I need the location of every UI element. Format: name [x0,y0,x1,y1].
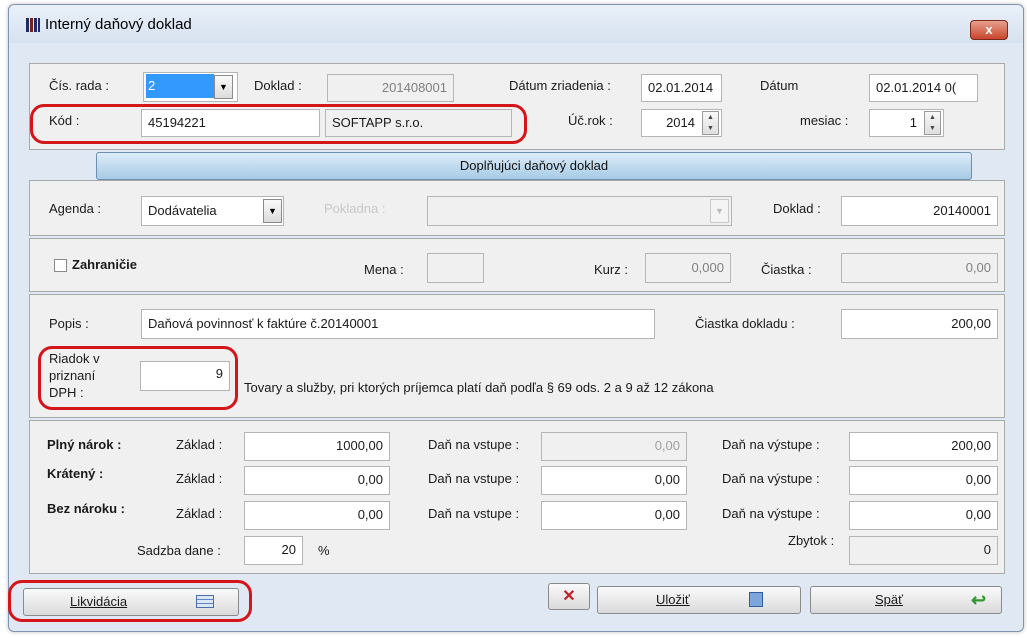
highlight-riadok [38,346,238,410]
delete-button[interactable]: ✕ [548,583,590,610]
back-arrow-icon: ↩ [971,590,987,610]
dan-vstupe-label: Daň na vstupe : [428,506,520,521]
kurz-field: 0,000 [645,253,731,283]
plny-vystup-field[interactable]: 200,00 [849,432,998,461]
ciastka-dokladu-field[interactable]: 200,00 [841,309,998,339]
mesiac-spin-icon[interactable]: ▲ ▼ [924,111,941,135]
zbytok-label: Zbytok : [788,533,835,548]
datum-zriadenia-label: Dátum zriadenia : [509,78,611,93]
datum-label: Dátum [760,78,799,93]
bez-vystup-field[interactable]: 0,00 [849,501,998,530]
spat-button[interactable]: Späť ↩ [810,586,1002,614]
bez-vstup-field[interactable]: 0,00 [541,501,687,530]
dan-vstupe-label: Daň na vstupe : [428,471,520,486]
plny-zaklad-field[interactable]: 1000,00 [244,432,390,461]
ulozit-button[interactable]: Uložiť [597,586,801,614]
datum-zriadenia-field[interactable]: 02.01.2014 [641,74,722,102]
zbytok-field: 0 [849,536,998,565]
percent-label: % [318,543,330,558]
plny-vstup-field: 0,00 [541,432,687,461]
uc-rok-spin-icon[interactable]: ▲ ▼ [702,111,719,135]
krateny-vystup-field[interactable]: 0,00 [849,466,998,495]
pokladna-label: Pokladna : [324,201,386,216]
pokladna-select [427,196,732,226]
kurz-label: Kurz : [594,262,628,277]
ulozit-label: Uložiť [656,592,690,607]
pokladna-dropdown-arrow-icon: ▼ [710,199,729,223]
section-bar-doplnujuci[interactable]: Doplňujúci daňový doklad [96,152,972,180]
dan-vystupe-label: Daň na výstupe : [722,471,820,486]
uc-rok-label: Úč.rok : [568,113,613,128]
doklad-label: Doklad : [254,78,302,93]
popis-field[interactable]: Daňová povinnosť k faktúre č.20140001 [141,309,655,339]
highlight-likvidacia [8,580,252,622]
dropdown-arrow-icon[interactable]: ▼ [214,75,233,99]
zahranicie-label[interactable]: Zahraničie [72,257,137,272]
agenda-doklad-field[interactable]: 20140001 [841,196,998,226]
krateny-vstup-field[interactable]: 0,00 [541,466,687,495]
dan-vystupe-label: Daň na výstupe : [722,437,820,452]
spat-label: Späť [875,592,904,607]
ciastka-field: 0,00 [841,253,998,283]
plny-narok-label: Plný nárok : [47,437,122,452]
title-bar: Interný daňový doklad [9,5,1023,43]
zaklad-label: Základ : [176,437,223,452]
agenda-label: Agenda : [49,201,102,216]
close-icon[interactable]: x [970,20,1008,40]
ciastka-dokladu-label: Čiastka dokladu : [695,316,795,331]
krateny-zaklad-field[interactable]: 0,00 [244,466,390,495]
agenda-dropdown-arrow-icon[interactable]: ▼ [263,199,282,223]
bez-zaklad-field[interactable]: 0,00 [244,501,390,530]
popis-label: Popis : [49,316,89,331]
highlight-kod [30,104,527,144]
bez-naroku-label: Bez nároku : [47,501,126,516]
mena-field [427,253,484,283]
dan-vstupe-label: Daň na vstupe : [428,437,520,452]
cis-rada-value: 2 [146,74,214,98]
riadok-description: Tovary a služby, pri ktorých príjemca pl… [244,380,714,395]
checkbox-icon[interactable] [54,259,67,272]
window-title: Interný daňový doklad [45,16,192,33]
mesiac-label: mesiac : [800,113,849,128]
doklad2-label: Doklad : [773,201,821,216]
sadzba-label: Sadzba dane : [137,543,221,558]
ciastka-label: Čiastka : [761,262,812,277]
save-icon [749,592,763,607]
datum-field[interactable]: 02.01.2014 0( [869,74,978,102]
dan-vystupe-label: Daň na výstupe : [722,506,820,521]
sadzba-field[interactable]: 20 [244,536,303,565]
zaklad-label: Základ : [176,506,223,521]
mena-label: Mena : [364,262,404,277]
zaklad-label: Základ : [176,471,223,486]
app-icon [26,18,40,32]
cis-rada-label: Čís. rada : [49,78,109,93]
delete-icon: ✕ [562,588,576,605]
krateny-label: Krátený : [47,466,104,481]
doklad-number-field: 201408001 [327,74,454,102]
